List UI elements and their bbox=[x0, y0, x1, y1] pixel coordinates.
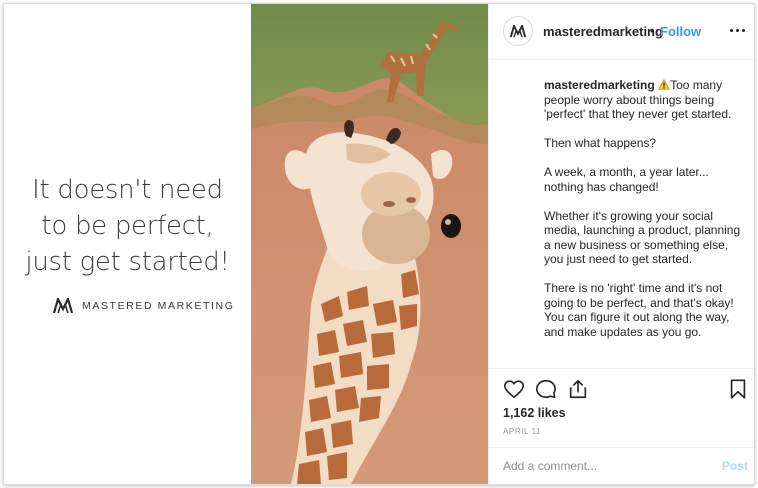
comment-input[interactable] bbox=[503, 457, 703, 475]
header-username[interactable]: masteredmarketing bbox=[543, 24, 663, 39]
caption-paragraph-5: There is no 'right' time and it's not go… bbox=[544, 281, 734, 339]
more-options-icon[interactable] bbox=[727, 22, 747, 38]
quote-line-1: It doesn't need bbox=[32, 175, 223, 205]
avatar[interactable] bbox=[503, 16, 533, 46]
mm-logo-icon bbox=[510, 24, 526, 37]
comment-icon[interactable] bbox=[535, 378, 557, 400]
post-caption: masteredmarketing Too many people worry … bbox=[544, 78, 744, 354]
instagram-post-modal: It doesn't need to be perfect, just get … bbox=[3, 3, 755, 485]
caption-paragraph-2: Then what happens? bbox=[544, 136, 657, 150]
mm-logo-icon bbox=[53, 298, 73, 314]
comment-bar: Post bbox=[489, 447, 754, 484]
header-separator: • bbox=[650, 23, 655, 38]
caption-username[interactable]: masteredmarketing bbox=[544, 78, 655, 92]
giraffe-photo-illustration bbox=[251, 4, 488, 484]
likes-count[interactable]: 1,162 likes bbox=[503, 406, 566, 420]
post-date: APRIL 11 bbox=[503, 427, 542, 436]
heart-icon[interactable] bbox=[503, 378, 525, 400]
follow-button[interactable]: Follow bbox=[660, 24, 701, 39]
bookmark-icon[interactable] bbox=[727, 378, 749, 400]
quote-line-3: just get started! bbox=[25, 247, 230, 277]
share-icon[interactable] bbox=[567, 378, 589, 400]
post-header: masteredmarketing • Follow bbox=[489, 4, 754, 60]
caption-paragraph-4: Whether it's growing your social media, … bbox=[544, 208, 741, 267]
brand-signature: MASTERED MARKETING bbox=[53, 298, 234, 314]
quote-graphic: It doesn't need to be perfect, just get … bbox=[4, 4, 251, 484]
post-photo-giraffe[interactable] bbox=[251, 4, 488, 484]
caption-paragraph-3: A week, a month, a year later... nothing… bbox=[544, 165, 709, 194]
quote-line-2: to be perfect, bbox=[41, 211, 214, 241]
quote-text: It doesn't need to be perfect, just get … bbox=[4, 172, 251, 280]
warning-emoji-icon bbox=[658, 79, 671, 90]
post-sidebar: masteredmarketing • Follow masteredmarke… bbox=[488, 4, 754, 484]
post-comment-button[interactable]: Post bbox=[722, 459, 748, 473]
brand-name: MASTERED MARKETING bbox=[82, 300, 235, 312]
